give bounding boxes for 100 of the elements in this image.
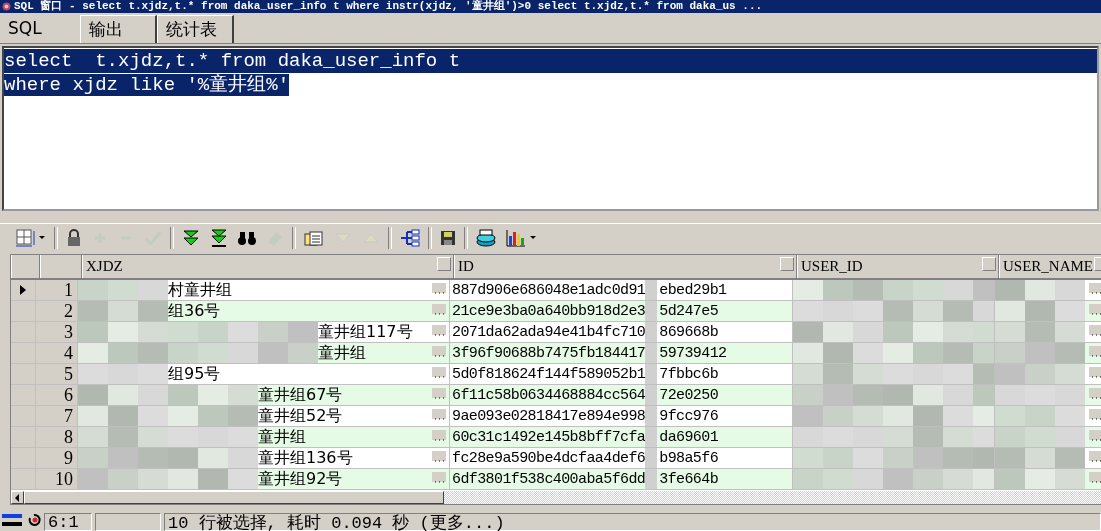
arrow-left-icon bbox=[15, 493, 20, 502]
blurred-area bbox=[645, 427, 658, 447]
row-number: 8 bbox=[36, 427, 78, 447]
blurred-area bbox=[645, 322, 658, 342]
ellipsis-button[interactable] bbox=[1089, 304, 1101, 314]
ellipsis-button[interactable] bbox=[1089, 325, 1101, 335]
table-cell-text: 887d906e686048e1adc0d91 bbox=[451, 281, 646, 299]
table-cell: 童井组136号 bbox=[258, 448, 353, 468]
table-cell: 童井组67号 bbox=[258, 385, 343, 405]
table-cell-text: 5d0f818624f144f589052b1 bbox=[451, 365, 646, 383]
sql-editor[interactable]: select t.xjdz,t.* from daka_user_info t where xjdz like '%童井组%' bbox=[2, 46, 1099, 211]
table-cell-text: 5d247e5 bbox=[658, 302, 719, 320]
table-cell-text: da69601 bbox=[658, 428, 719, 446]
column-button[interactable] bbox=[780, 257, 794, 271]
grid-icon[interactable] bbox=[14, 227, 48, 249]
row-indicator-cell[interactable] bbox=[11, 448, 36, 468]
table-cell-text: fc28e9a590be4dcfaa4def6 bbox=[451, 449, 646, 467]
table-cell-text: b98a5f6 bbox=[658, 449, 719, 467]
ellipsis-button[interactable] bbox=[432, 325, 446, 335]
row-indicator-cell[interactable] bbox=[11, 301, 36, 321]
column-header[interactable]: USER_ID bbox=[801, 258, 863, 275]
ellipsis-button[interactable] bbox=[432, 304, 446, 314]
ellipsis-button[interactable] bbox=[1089, 409, 1101, 419]
status-pane bbox=[95, 513, 161, 531]
ellipsis-button[interactable] bbox=[1089, 283, 1101, 293]
status-message: 10 行被选择, 耗时 0.094 秒 (更多...) bbox=[164, 513, 1101, 531]
tree-icon[interactable] bbox=[398, 227, 422, 249]
table-cell: 组95号 bbox=[168, 364, 221, 384]
column-button[interactable] bbox=[982, 257, 996, 271]
ellipsis-button[interactable] bbox=[432, 283, 446, 293]
ellipsis-button[interactable] bbox=[1089, 472, 1101, 482]
blurred-area bbox=[645, 301, 658, 321]
table-cell-text: 6df3801f538c400aba5f6dd bbox=[451, 470, 646, 488]
row-indicator-cell[interactable] bbox=[11, 385, 36, 405]
table-cell: 组36号 bbox=[168, 301, 221, 321]
row-indicator-cell[interactable] bbox=[11, 427, 36, 447]
table-cell-text: 21ce9e3ba0a640bb918d2e3 bbox=[451, 302, 646, 320]
row-indicator-cell[interactable] bbox=[11, 343, 36, 363]
table-cell-text: 59739412 bbox=[658, 344, 727, 362]
table-cell: 村童井组 bbox=[168, 280, 232, 300]
row-indicator-cell[interactable] bbox=[11, 469, 36, 489]
ellipsis-button[interactable] bbox=[1089, 451, 1101, 461]
row-number: 10 bbox=[36, 469, 78, 489]
ellipsis-button[interactable] bbox=[432, 346, 446, 356]
ellipsis-button[interactable] bbox=[432, 367, 446, 377]
table-cell: 童井组 bbox=[318, 343, 366, 363]
table-cell-text: 869668b bbox=[658, 323, 719, 341]
row-number: 6 bbox=[36, 385, 78, 405]
row-number: 2 bbox=[36, 301, 78, 321]
table-cell-text: ebed29b1 bbox=[658, 281, 727, 299]
column-button[interactable] bbox=[437, 257, 451, 271]
table-cell-text: 72e0250 bbox=[658, 386, 719, 404]
database-icon[interactable] bbox=[474, 227, 498, 249]
blurred-area bbox=[645, 343, 658, 363]
blurred-area bbox=[645, 364, 658, 384]
row-number: 1 bbox=[36, 280, 78, 300]
table-cell-text: 3fe664b bbox=[658, 470, 719, 488]
table-cell: 童井组 bbox=[258, 427, 306, 447]
ellipsis-button[interactable] bbox=[432, 472, 446, 482]
ellipsis-button[interactable] bbox=[432, 430, 446, 440]
table-cell-text: 6f11c58b0634468884cc564 bbox=[451, 386, 646, 404]
ellipsis-button[interactable] bbox=[1089, 430, 1101, 440]
blurred-area bbox=[645, 385, 658, 405]
table-cell-text: 9ae093e02818417e894e998 bbox=[451, 407, 646, 425]
table-cell-text: 60c31c1492e145b8bff7cfa bbox=[451, 428, 646, 446]
ellipsis-button[interactable] bbox=[1089, 367, 1101, 377]
table-cell: 童井组92号 bbox=[258, 469, 343, 489]
row-indicator-cell[interactable] bbox=[11, 280, 36, 300]
column-header[interactable]: USER_NAME bbox=[1003, 258, 1093, 275]
tab[interactable]: 统计表 bbox=[157, 15, 234, 43]
row-number: 5 bbox=[36, 364, 78, 384]
column-header[interactable]: XJDZ bbox=[86, 258, 123, 275]
table-cell: 童井组52号 bbox=[258, 406, 343, 426]
tab[interactable]: 输出 bbox=[80, 15, 157, 43]
cursor-position: 6:1 bbox=[44, 513, 92, 531]
table-cell: 童井组117号 bbox=[318, 322, 413, 342]
row-indicator-cell[interactable] bbox=[11, 364, 36, 384]
blurred-area bbox=[645, 406, 658, 426]
table-cell-text: 3f96f90688b7475fb184417 bbox=[451, 344, 646, 362]
window-icon bbox=[2, 0, 11, 13]
ellipsis-button[interactable] bbox=[432, 409, 446, 419]
table-cell-text: 9fcc976 bbox=[658, 407, 719, 425]
table-cell-text: 7fbbc6b bbox=[658, 365, 719, 383]
window-title: SQL 窗口 - select t.xjdz,t.* from daka_user_info t where instr(xjdz, '童井组')>0 select t.xjdz,t.* from daka_us ... bbox=[14, 0, 763, 13]
ellipsis-button[interactable] bbox=[1089, 346, 1101, 356]
row-number: 9 bbox=[36, 448, 78, 468]
row-number: 7 bbox=[36, 406, 78, 426]
scrollbar-thumb[interactable] bbox=[24, 491, 444, 504]
ellipsis-button[interactable] bbox=[1089, 388, 1101, 398]
blurred-area bbox=[645, 448, 658, 468]
column-header[interactable]: ID bbox=[458, 258, 474, 275]
row-indicator-cell[interactable] bbox=[11, 406, 36, 426]
ellipsis-button[interactable] bbox=[432, 388, 446, 398]
table-cell-text: 2071da62ada94e41b4fc710 bbox=[451, 323, 646, 341]
scroll-left-button[interactable] bbox=[11, 491, 24, 504]
ellipsis-button[interactable] bbox=[432, 451, 446, 461]
row-number: 4 bbox=[36, 343, 78, 363]
blurred-area bbox=[645, 469, 658, 489]
row-number: 3 bbox=[36, 322, 78, 342]
row-indicator-cell[interactable] bbox=[11, 322, 36, 342]
